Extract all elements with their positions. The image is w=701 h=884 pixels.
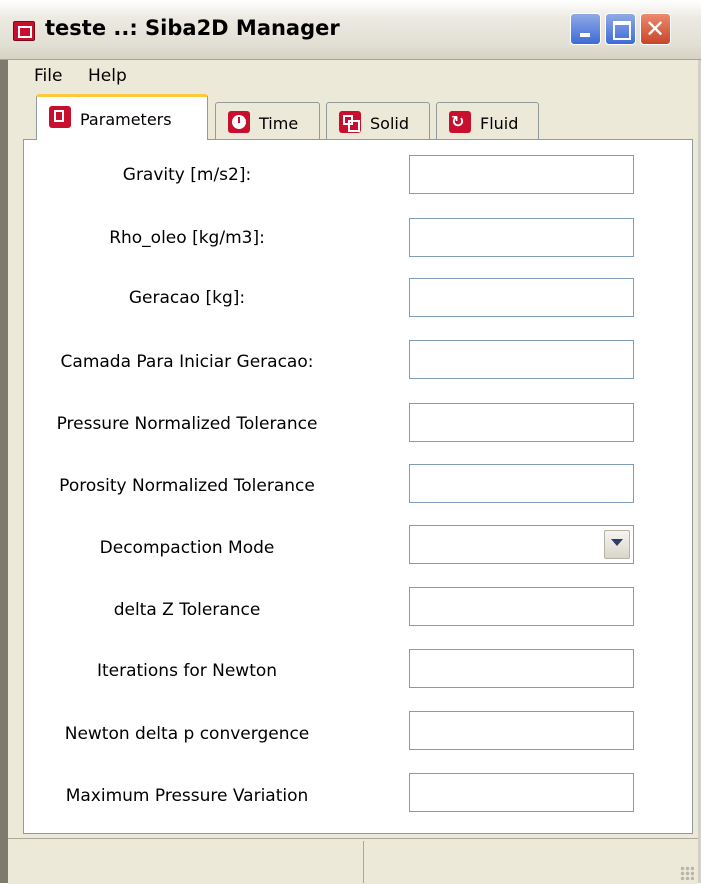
clock-icon <box>228 111 250 133</box>
tab-fluid[interactable]: ↻ Fluid <box>436 102 539 141</box>
camada-label: Camada Para Iniciar Geracao: <box>60 352 314 372</box>
tab-parameters-label: Parameters <box>80 110 172 129</box>
minimize-icon <box>580 33 590 37</box>
decompaction-mode-label: Decompaction Mode <box>99 538 275 558</box>
decompaction-mode-select[interactable] <box>409 525 634 564</box>
cycle-icon: ↻ <box>449 111 471 133</box>
minimize-button[interactable] <box>570 13 601 45</box>
rho-oleo-label: Rho_oleo [kg/m3]: <box>109 228 265 248</box>
title-bar[interactable]: teste ..: Siba2D Manager ✕ <box>0 0 701 60</box>
menu-file[interactable]: File <box>34 66 62 86</box>
tab-time-label: Time <box>259 114 299 133</box>
gravity-input[interactable] <box>409 155 634 194</box>
rho-oleo-input[interactable] <box>409 218 634 257</box>
delta-z-tolerance-input[interactable] <box>409 587 634 626</box>
max-pressure-variation-input[interactable] <box>409 773 634 812</box>
document-icon <box>49 106 71 128</box>
menu-bar: File Help <box>8 60 698 92</box>
tab-fluid-label: Fluid <box>480 114 519 133</box>
menu-help[interactable]: Help <box>88 66 127 86</box>
status-divider <box>363 841 364 883</box>
status-bar <box>8 838 698 884</box>
iterations-newton-input[interactable] <box>409 649 634 688</box>
delta-z-tolerance-label: delta Z Tolerance <box>113 600 261 620</box>
app-icon <box>13 21 35 41</box>
pressure-tolerance-input[interactable] <box>409 403 634 442</box>
parameters-panel: Gravity [m/s2]: Rho_oleo [kg/m3]: Geraca… <box>23 139 693 834</box>
maximize-button[interactable] <box>605 13 636 45</box>
iterations-newton-label: Iterations for Newton <box>96 661 278 681</box>
tab-strip: Parameters Time Solid ↻ Fluid <box>23 94 693 141</box>
newton-delta-p-input[interactable] <box>409 711 634 750</box>
geracao-label: Geracao [kg]: <box>128 288 246 308</box>
window-title: teste ..: Siba2D Manager <box>45 16 340 40</box>
gravity-label: Gravity [m/s2]: <box>122 165 252 185</box>
tab-solid[interactable]: Solid <box>326 102 430 141</box>
app-window: teste ..: Siba2D Manager ✕ File Help Par… <box>0 0 701 884</box>
window-left-border <box>0 60 8 883</box>
geracao-input[interactable] <box>409 278 634 317</box>
close-icon: ✕ <box>645 15 666 43</box>
pressure-tolerance-label: Pressure Normalized Tolerance <box>56 414 318 434</box>
squares-icon <box>339 111 361 133</box>
close-button[interactable]: ✕ <box>640 13 671 45</box>
chevron-down-icon <box>611 539 623 546</box>
camada-input[interactable] <box>409 340 634 379</box>
resize-grip-icon[interactable] <box>680 866 694 880</box>
porosity-tolerance-label: Porosity Normalized Tolerance <box>59 476 315 496</box>
max-pressure-variation-label: Maximum Pressure Variation <box>65 786 309 806</box>
tab-parameters[interactable]: Parameters <box>36 94 208 140</box>
dropdown-button[interactable] <box>604 530 630 559</box>
newton-delta-p-label: Newton delta p convergence <box>64 724 310 744</box>
tab-solid-label: Solid <box>370 114 409 133</box>
maximize-icon <box>613 21 631 40</box>
tab-time[interactable]: Time <box>215 102 320 141</box>
porosity-tolerance-input[interactable] <box>409 464 634 503</box>
